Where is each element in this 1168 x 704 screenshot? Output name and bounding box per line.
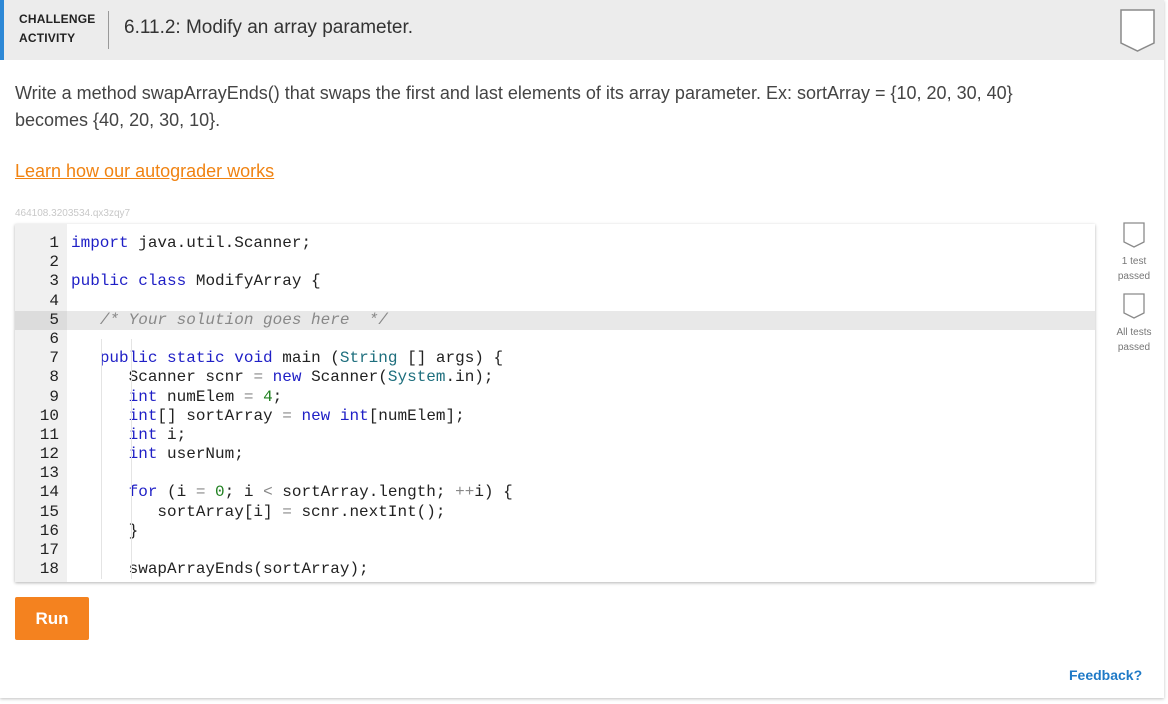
line-number: 6 [15, 329, 67, 350]
code-line[interactable]: 12 int userNum; [15, 445, 1095, 465]
challenge-header: CHALLENGE ACTIVITY 6.11.2: Modify an arr… [0, 0, 1164, 60]
code-line[interactable]: 8 Scanner scnr = new Scanner(System.in); [15, 368, 1095, 388]
line-number: 4 [15, 291, 67, 311]
challenge-card: CHALLENGE ACTIVITY 6.11.2: Modify an arr… [0, 0, 1164, 698]
code-text[interactable]: import java.util.Scanner; [71, 234, 311, 253]
indent-guide [131, 339, 132, 579]
indent-guide [101, 339, 102, 579]
activity-type-label: CHALLENGE ACTIVITY [19, 10, 95, 48]
code-text[interactable]: int numElem = 4; [71, 388, 283, 407]
test-badge-icon [1123, 293, 1145, 319]
code-line[interactable]: 17 [15, 541, 1095, 561]
header-divider [108, 11, 109, 49]
test-badge-icon [1123, 222, 1145, 248]
code-text[interactable]: sortArray[i] = scnr.nextInt(); [71, 503, 445, 522]
code-text[interactable]: int i; [71, 426, 187, 445]
one-test-label-2: passed [1117, 271, 1151, 282]
code-line[interactable]: 6 [15, 329, 1095, 350]
code-line[interactable]: 10 int[] sortArray = new int[numElem]; [15, 406, 1095, 426]
line-number: 16 [15, 521, 67, 542]
all-tests-status: All tests passed [1104, 293, 1164, 355]
line-number: 11 [15, 425, 67, 446]
code-line[interactable]: 13 [15, 464, 1095, 484]
code-line[interactable]: 2 [15, 253, 1095, 273]
line-number: 10 [15, 406, 67, 426]
line-number: 15 [15, 502, 67, 522]
code-text[interactable]: } [71, 522, 139, 541]
code-lines[interactable]: 1 import java.util.Scanner; 2 3 public cla… [15, 234, 1095, 580]
all-tests-label-1: All tests [1116, 327, 1152, 338]
line-number: 2 [15, 253, 67, 273]
line-number: 8 [15, 368, 67, 388]
activity-type-line2: ACTIVITY [19, 31, 76, 45]
activity-title: 6.11.2: Modify an array parameter. [124, 17, 414, 38]
code-text[interactable]: public class ModifyArray { [71, 272, 321, 291]
line-number: 7 [15, 349, 67, 369]
code-text[interactable]: /* Your solution goes here */ [71, 311, 388, 330]
code-line[interactable]: 14 for (i = 0; i < sortArray.length; ++i… [15, 483, 1095, 503]
line-number: 14 [15, 483, 67, 503]
line-number: 13 [15, 464, 67, 484]
code-editor[interactable]: 1 import java.util.Scanner; 2 3 public cla… [15, 224, 1095, 582]
completion-badge-icon [1116, 9, 1160, 58]
code-text[interactable]: int userNum; [71, 445, 244, 464]
code-text[interactable]: Scanner scnr = new Scanner(System.in); [71, 368, 494, 387]
line-number: 3 [15, 272, 67, 292]
code-text[interactable]: public static void main (String [] args)… [71, 349, 503, 368]
all-tests-label-2: passed [1117, 342, 1151, 353]
code-line[interactable]: 18 swapArrayEnds(sortArray); [15, 560, 1095, 580]
line-number: 9 [15, 387, 67, 407]
code-line[interactable]: 4 [15, 291, 1095, 311]
line-number: 17 [15, 541, 67, 561]
code-line[interactable]: 16 } [15, 521, 1095, 542]
code-line[interactable]: 15 sortArray[i] = scnr.nextInt(); [15, 502, 1095, 522]
code-line[interactable]: 11 int i; [15, 425, 1095, 446]
run-button[interactable]: Run [15, 597, 89, 640]
code-line-active[interactable]: 5 /* Your solution goes here */ [15, 310, 1095, 330]
line-number: 5 [15, 310, 67, 330]
code-line[interactable]: 7 public static void main (String [] arg… [15, 349, 1095, 369]
one-test-label-1: 1 test [1121, 256, 1147, 267]
challenge-id: 464108.3203534.qx3zqy7 [15, 208, 131, 219]
line-number: 18 [15, 560, 67, 580]
activity-type-line1: CHALLENGE [19, 12, 96, 26]
line-number: 12 [15, 445, 67, 465]
code-line[interactable]: 9 int numElem = 4; [15, 387, 1095, 407]
challenge-description: Write a method swapArrayEnds() that swap… [15, 83, 1013, 130]
code-text[interactable]: swapArrayEnds(sortArray); [71, 560, 369, 579]
feedback-link[interactable]: Feedback? [1069, 667, 1142, 683]
code-line[interactable]: 3 public class ModifyArray { [15, 272, 1095, 292]
line-number: 1 [15, 234, 67, 254]
code-text[interactable]: for (i = 0; i < sortArray.length; ++i) { [71, 483, 513, 502]
one-test-status: 1 test passed [1104, 222, 1164, 284]
autograder-link[interactable]: Learn how our autograder works [15, 161, 274, 182]
code-line[interactable]: 1 import java.util.Scanner; [15, 234, 1095, 254]
